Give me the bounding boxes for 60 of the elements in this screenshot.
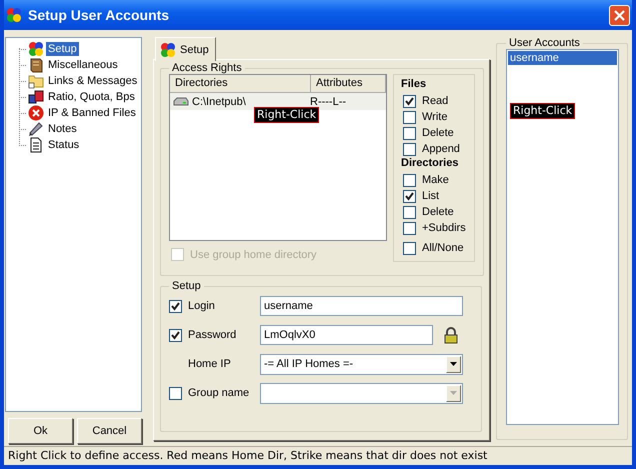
checkbox[interactable]: Read [403,93,474,109]
login-checkbox[interactable]: Login [169,300,260,312]
home-ip-label: Home IP [187,358,232,370]
checkmark-icon [405,96,414,106]
dropdown-arrow-icon [450,391,457,395]
column-header[interactable]: Directories [170,75,311,92]
checkbox[interactable]: List [403,188,474,204]
x-circle-icon [28,105,44,121]
tree-item[interactable]: Notes [46,122,79,136]
checkbox[interactable]: Write [403,109,474,125]
balls-icon [160,42,176,58]
status-bar: Right Click to define access. Red means Home Dir, Strike means that dir does not exist [4,446,632,463]
group-title: User Accounts [508,37,581,49]
pen-icon [28,121,44,137]
tooltip: Right-Click [254,107,320,123]
section-title: Files [401,78,428,92]
tree-item[interactable]: Ratio, Quota, Bps [46,90,137,104]
password-field[interactable]: LmOqlvX0 [260,325,433,345]
attributes-cell: R----L-- [310,96,346,108]
ok-button[interactable]: Ok [8,418,73,444]
home-ip-dropdown[interactable]: -= All IP Homes =- [260,354,463,374]
dropdown-arrow-icon [450,362,457,366]
user-item[interactable]: username [508,51,617,65]
folder-icon [28,73,44,89]
checkmark-icon [405,192,414,200]
document-icon [28,137,44,153]
tree-item[interactable]: Miscellaneous [46,58,120,72]
checkbox[interactable]: All/None [403,240,474,256]
tree-item[interactable]: Status [46,138,82,152]
boxes-icon [28,89,44,105]
close-button[interactable] [609,4,630,26]
close-icon [614,10,625,20]
checkmark-icon [171,330,180,340]
column-header[interactable]: Attributes [311,75,386,92]
group-title: Access Rights [171,62,243,74]
checkbox[interactable]: Delete [403,204,474,220]
group-title: Setup [171,280,202,292]
checkbox[interactable]: Make [403,172,474,188]
book-icon [28,57,44,73]
section-title: Directories [401,157,460,171]
drive-icon [173,96,189,106]
checkbox[interactable]: Append [403,141,474,157]
cancel-button[interactable]: Cancel [77,418,142,444]
window-title: Setup User Accounts [28,7,170,23]
balls-icon [6,7,22,23]
tree-item[interactable]: Setup [46,42,79,56]
tree-item[interactable]: Links & Messages [46,74,140,88]
directory-row[interactable]: C:\Inetpub\ R----L-- [170,93,386,110]
login-field[interactable]: username [260,296,463,316]
tab-label: Setup [180,44,209,56]
checkbox[interactable]: +Subdirs [403,220,474,236]
checkmark-icon [171,302,180,310]
tab[interactable]: Setup [155,37,216,61]
password-checkbox[interactable]: Password [169,328,260,342]
tree-item[interactable]: IP & Banned Files [46,106,138,120]
checkbox[interactable]: Delete [403,125,474,141]
directory-cell-text: C:\Inetpub\ [192,96,247,108]
balls-icon [28,41,44,57]
lock-icon[interactable] [444,326,458,344]
tooltip: Right-Click [510,103,576,119]
